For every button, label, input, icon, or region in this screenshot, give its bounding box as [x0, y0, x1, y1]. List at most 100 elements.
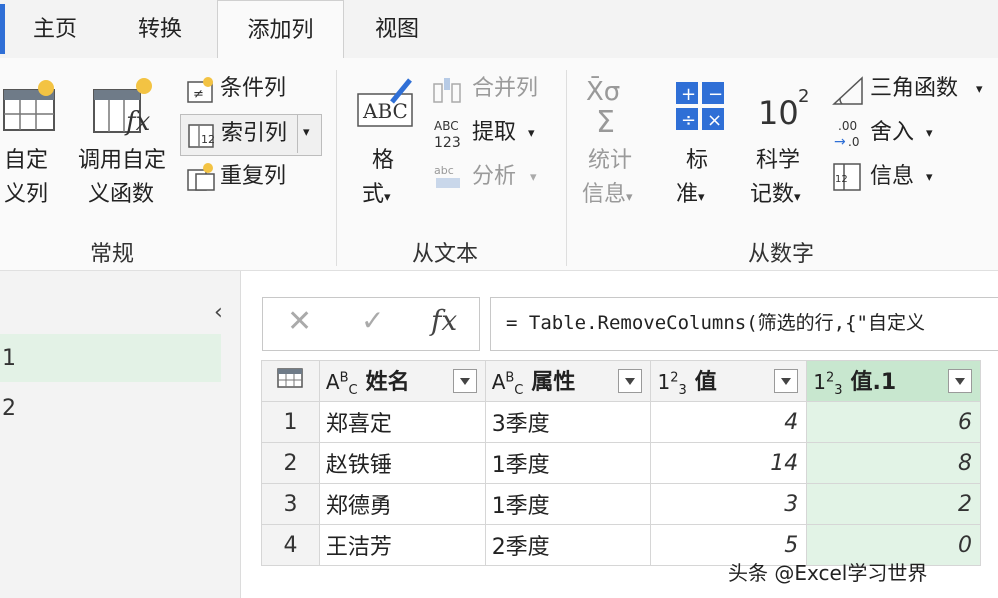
check-icon[interactable]: ✓ — [361, 304, 384, 337]
tab-transform[interactable]: 转换 — [125, 0, 195, 58]
group-label-from-text: 从文本 — [412, 242, 479, 267]
cell-value-1[interactable]: 8 — [806, 442, 981, 484]
cell-name[interactable]: 郑喜定 — [318, 401, 486, 443]
ribbon-group-divider — [566, 70, 567, 266]
cell-name[interactable]: 郑德勇 — [318, 483, 486, 525]
invoke-custom-function-label-2: 义函数 — [88, 182, 155, 207]
information-label: 信息 — [870, 164, 915, 189]
cell-value-1[interactable]: 2 — [806, 483, 981, 525]
row-number[interactable]: 1 — [261, 401, 320, 443]
cell-attribute[interactable]: 1季度 — [484, 483, 652, 525]
text-type-icon[interactable]: ABC — [492, 370, 524, 398]
function-column-icon: fx — [93, 78, 152, 136]
chevron-down-icon: ▾ — [530, 170, 537, 185]
index-column-label: 索引列 — [221, 121, 288, 146]
cell-value[interactable]: 3 — [650, 483, 808, 525]
group-label-general: 常规 — [90, 242, 135, 267]
svg-text:X̄σ: X̄σ — [586, 76, 620, 107]
cell-value[interactable]: 4 — [650, 401, 808, 443]
text-type-icon[interactable]: ABC — [326, 370, 358, 398]
chevron-down-icon: ▾ — [926, 126, 933, 141]
triangle-icon — [832, 76, 863, 105]
rounding-button[interactable]: .00 → .0 舍入 ▾ — [830, 116, 960, 150]
cell-name[interactable]: 赵铁锤 — [318, 442, 486, 484]
scientific-label-1: 科学 — [756, 148, 801, 173]
cell-attribute[interactable]: 2季度 — [484, 524, 652, 566]
row-number[interactable]: 3 — [261, 483, 320, 525]
fx-icon[interactable]: fx — [431, 304, 457, 337]
filter-dropdown-button[interactable] — [618, 369, 643, 393]
conditional-column-button[interactable]: ≠ 条件列 — [182, 74, 312, 106]
svg-text:10: 10 — [758, 94, 799, 132]
row-number[interactable]: 2 — [261, 442, 320, 484]
parse-button[interactable]: abc 分析 ▾ — [430, 160, 560, 194]
formula-text: = Table.RemoveColumns(筛选的行,{"自定义 — [506, 312, 925, 334]
tab-home[interactable]: 主页 — [20, 0, 90, 58]
rounding-icon: .00 → .0 — [834, 119, 859, 148]
merge-columns-icon — [433, 78, 461, 103]
table-select-all[interactable] — [261, 360, 320, 402]
svg-text:≠: ≠ — [193, 87, 204, 102]
table-row: 2 赵铁锤 1季度 14 8 — [261, 442, 981, 484]
scientific-icon: 10 2 — [758, 86, 809, 132]
column-header-attribute[interactable]: ABC 属性 — [484, 360, 652, 402]
trigonometry-button[interactable]: 三角函数 ▾ — [830, 74, 990, 106]
custom-column-label-1: 自定 — [4, 148, 49, 173]
statistics-icon: X̄σ Σ — [586, 76, 620, 136]
filter-dropdown-button[interactable] — [452, 369, 477, 393]
information-button[interactable]: 12 信息 ▾ — [830, 160, 960, 194]
column-header-label: 属性 — [531, 370, 576, 395]
chevron-down-icon: ▾ — [794, 190, 801, 205]
svg-text:ABC: ABC — [362, 99, 408, 123]
svg-text:.0: .0 — [848, 135, 859, 148]
standard-label-1: 标 — [686, 148, 709, 173]
filter-dropdown-button[interactable] — [774, 369, 799, 393]
cell-value-1[interactable]: 6 — [806, 401, 981, 443]
row-number[interactable]: 4 — [261, 524, 320, 566]
chevron-down-icon: ▾ — [384, 190, 391, 205]
tab-view[interactable]: 视图 — [362, 0, 432, 58]
group-label-from-number: 从数字 — [748, 242, 815, 267]
table-row: 1 郑喜定 3季度 4 6 — [261, 401, 981, 443]
svg-text:−: − — [708, 84, 723, 105]
index-column-icon: 12 — [188, 124, 215, 148]
cancel-icon[interactable]: ✕ — [287, 304, 312, 339]
format-label-2: 式▾ — [362, 182, 391, 207]
cell-name[interactable]: 王洁芳 — [318, 524, 486, 566]
number-type-icon[interactable]: 123 — [813, 370, 842, 398]
duplicate-column-button[interactable]: 重复列 — [182, 160, 312, 194]
statistics-label-2: 信息▾ — [582, 182, 633, 207]
ribbon-tab-bar: 主页 转换 添加列 视图 — [0, 0, 998, 61]
invoke-custom-function-label-1: 调用自定 — [78, 148, 167, 173]
svg-text:×: × — [707, 110, 722, 131]
chevron-down-icon: ▾ — [303, 125, 310, 140]
collapse-chevron-left-icon[interactable]: ‹ — [214, 300, 223, 325]
index-column-dropdown[interactable]: ▾ — [297, 115, 320, 153]
formula-buttons: ✕ ✓ fx — [262, 297, 480, 351]
number-type-icon[interactable]: 123 — [657, 370, 686, 398]
cell-value[interactable]: 14 — [650, 442, 808, 484]
svg-text:ABC: ABC — [434, 119, 459, 133]
information-icon: 12 — [833, 163, 861, 191]
index-column-button[interactable]: 12 索引列 ▾ — [180, 114, 322, 156]
query-item-selected[interactable] — [0, 334, 221, 382]
cell-attribute[interactable]: 3季度 — [484, 401, 652, 443]
column-header-name[interactable]: ABC 姓名 — [318, 360, 486, 402]
column-header-value-1[interactable]: 123 值.1 — [806, 360, 981, 402]
custom-column-label-2: 义列 — [4, 182, 49, 207]
column-header-value[interactable]: 123 值 — [650, 360, 808, 402]
custom-column-icon — [3, 80, 55, 131]
standard-label-2: 准▾ — [676, 182, 705, 207]
filter-dropdown-button[interactable] — [948, 369, 972, 393]
chevron-down-icon: ▾ — [926, 170, 933, 185]
query-item-1[interactable]: 1 — [2, 346, 16, 371]
column-header-label: 值.1 — [850, 370, 897, 395]
data-preview-table: ABC 姓名 ABC 属性 123 值 123 值.1 1 郑喜定 3季度 4 … — [261, 360, 981, 572]
active-accent-bar — [0, 4, 5, 54]
tab-add-column[interactable]: 添加列 — [217, 0, 344, 61]
chevron-down-icon: ▾ — [528, 126, 535, 141]
cell-attribute[interactable]: 1季度 — [484, 442, 652, 484]
extract-button[interactable]: ABC 123 提取 ▾ — [430, 116, 560, 152]
query-item-2[interactable]: 2 — [2, 396, 16, 421]
merge-columns-button[interactable]: 合并列 — [430, 74, 550, 106]
